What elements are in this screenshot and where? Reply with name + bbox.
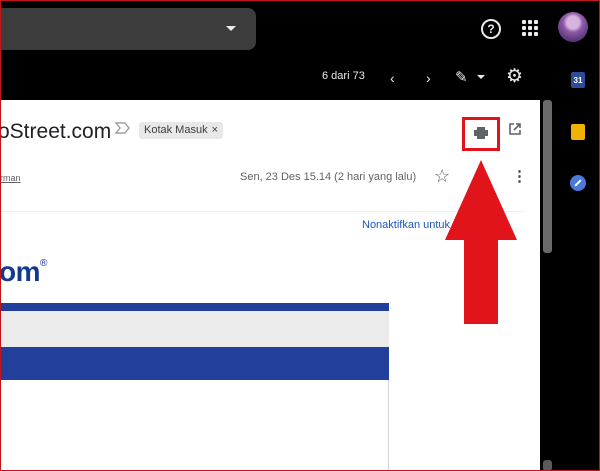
brand-logo-text: om bbox=[0, 256, 41, 287]
sender-link[interactable]: rman bbox=[0, 173, 21, 183]
inbox-label-chip[interactable]: Kotak Masuk × bbox=[139, 122, 224, 139]
email-content-box bbox=[0, 380, 389, 471]
search-options-icon[interactable] bbox=[226, 26, 236, 31]
next-message-icon[interactable]: › bbox=[426, 70, 431, 86]
printer-icon bbox=[474, 127, 488, 139]
pencil-dropdown-icon[interactable] bbox=[477, 75, 485, 79]
calendar-icon[interactable]: 31 bbox=[571, 72, 585, 88]
inbox-label-text: Kotak Masuk bbox=[144, 124, 208, 136]
email-gray-banner bbox=[0, 311, 389, 347]
red-annotation-arrow bbox=[445, 160, 517, 324]
scrollbar-thumb[interactable] bbox=[543, 100, 552, 253]
scrollbar[interactable] bbox=[540, 100, 555, 471]
remove-label-icon[interactable]: × bbox=[212, 124, 218, 136]
help-icon[interactable]: ? bbox=[481, 19, 501, 39]
unsubscribe-link[interactable]: Nonaktifkan untuk bbox=[362, 219, 450, 231]
open-in-new-window-icon[interactable] bbox=[508, 122, 522, 136]
brand-logo: om® bbox=[0, 256, 47, 288]
settings-gear-icon[interactable]: ⚙ bbox=[506, 65, 523, 88]
message-counter: 6 dari 73 bbox=[322, 70, 365, 82]
email-blue-stripe bbox=[0, 303, 389, 311]
email-blue-banner bbox=[0, 347, 389, 380]
brand-registered-mark: ® bbox=[40, 258, 47, 269]
previous-message-icon[interactable]: ‹ bbox=[390, 70, 395, 86]
scrollbar-lower-segment[interactable] bbox=[543, 460, 552, 471]
apps-grid-icon[interactable] bbox=[522, 20, 538, 36]
pencil-icon[interactable]: ✎ bbox=[455, 68, 468, 86]
tasks-icon[interactable] bbox=[570, 175, 586, 191]
print-all-button[interactable] bbox=[462, 117, 500, 151]
importance-marker-icon[interactable] bbox=[115, 121, 131, 135]
email-date: Sen, 23 Des 15.14 (2 hari yang lalu) bbox=[240, 171, 417, 183]
keep-icon[interactable] bbox=[571, 124, 585, 140]
email-subject: oStreet.com bbox=[0, 120, 112, 143]
account-avatar[interactable] bbox=[558, 12, 588, 42]
search-bar[interactable] bbox=[0, 8, 256, 50]
